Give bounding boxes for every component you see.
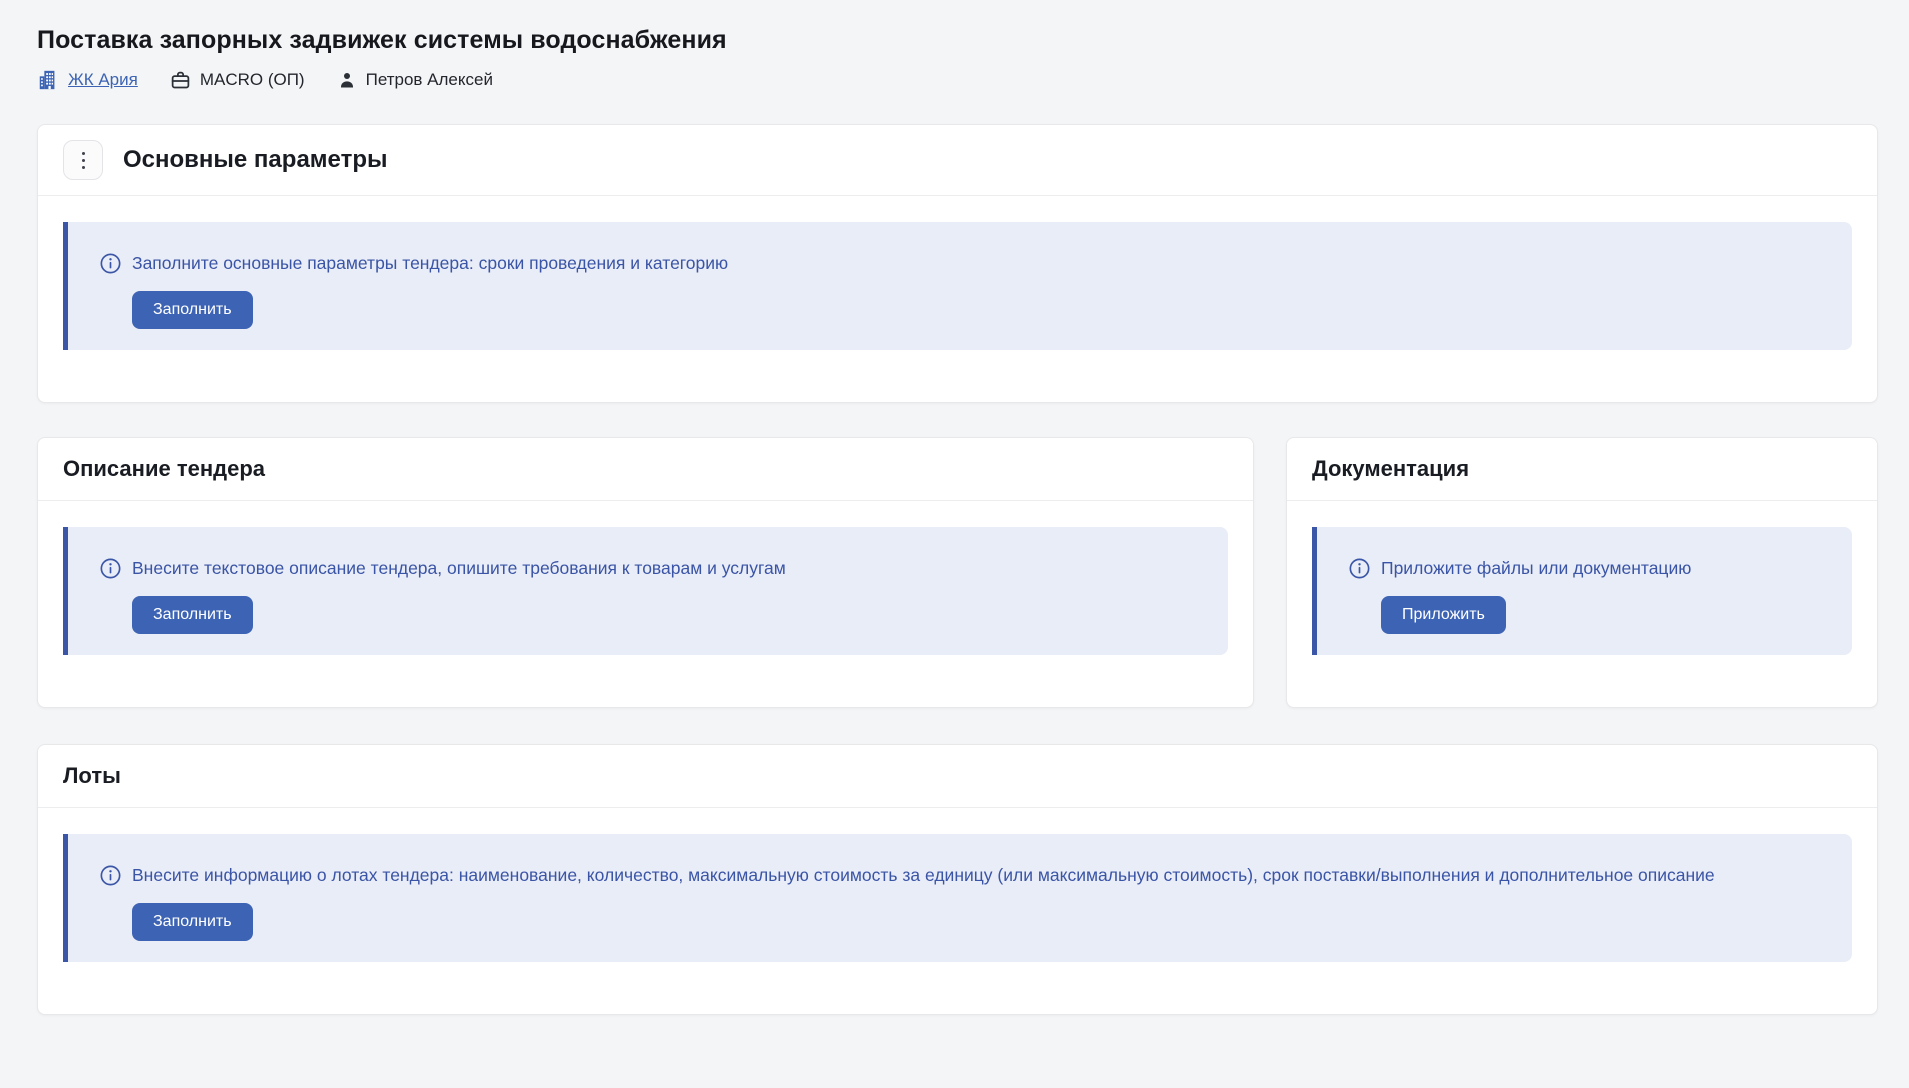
- card-description: Описание тендера Внесите текстовое описа…: [37, 437, 1254, 708]
- page-title: Поставка запорных задвижек системы водос…: [37, 26, 1878, 55]
- info-icon: [100, 865, 121, 886]
- card-basic-params-body: Заполните основные параметры тендера: ср…: [38, 196, 1877, 402]
- card-description-body: Внесите текстовое описание тендера, опиш…: [38, 501, 1253, 707]
- tender-page: Поставка запорных задвижек системы водос…: [0, 0, 1909, 1088]
- middle-row: Описание тендера Внесите текстовое описа…: [37, 437, 1878, 708]
- card-documentation-body: Приложите файлы или документацию Приложи…: [1287, 501, 1877, 707]
- card-documentation: Документация Приложите файлы или докумен…: [1286, 437, 1878, 708]
- card-lots-title: Лоты: [63, 763, 121, 789]
- briefcase-icon: [170, 70, 191, 91]
- project-link[interactable]: ЖК Ария: [68, 70, 138, 90]
- card-description-header: Описание тендера: [38, 438, 1253, 501]
- card-lots: Лоты Внесите информацию о лотах тендера:…: [37, 744, 1878, 1015]
- fill-basic-params-button[interactable]: Заполнить: [132, 291, 253, 329]
- lots-alert: Внесите информацию о лотах тендера: наим…: [63, 834, 1852, 962]
- meta-unit: MACRO (ОП): [170, 70, 305, 91]
- card-documentation-title: Документация: [1312, 456, 1469, 482]
- description-alert-text: Внесите текстовое описание тендера, опиш…: [132, 555, 786, 582]
- documentation-alert: Приложите файлы или документацию Приложи…: [1312, 527, 1852, 655]
- fill-description-button[interactable]: Заполнить: [132, 596, 253, 634]
- card-lots-header: Лоты: [38, 745, 1877, 808]
- attach-docs-button[interactable]: Приложить: [1381, 596, 1506, 634]
- card-description-title: Описание тендера: [63, 456, 265, 482]
- card-basic-params: Основные параметры Заполните основные па…: [37, 124, 1878, 403]
- building-icon: [37, 69, 59, 91]
- owner-label: Петров Алексей: [366, 70, 493, 90]
- info-icon: [100, 253, 121, 274]
- kebab-menu-icon[interactable]: [63, 140, 103, 180]
- card-lots-body: Внесите информацию о лотах тендера: наим…: [38, 808, 1877, 1014]
- unit-label: MACRO (ОП): [200, 70, 305, 90]
- basic-params-alert-text: Заполните основные параметры тендера: ср…: [132, 250, 728, 277]
- card-basic-params-title: Основные параметры: [123, 146, 387, 174]
- card-documentation-header: Документация: [1287, 438, 1877, 501]
- basic-params-alert: Заполните основные параметры тендера: ср…: [63, 222, 1852, 350]
- card-basic-params-header: Основные параметры: [38, 125, 1877, 196]
- person-icon: [337, 70, 357, 90]
- description-alert: Внесите текстовое описание тендера, опиш…: [63, 527, 1228, 655]
- fill-lots-button[interactable]: Заполнить: [132, 903, 253, 941]
- tender-meta-row: ЖК Ария MACRO (ОП) Петров Алексей: [37, 69, 1878, 91]
- meta-project: ЖК Ария: [37, 69, 138, 91]
- info-icon: [1349, 558, 1370, 579]
- lots-alert-text: Внесите информацию о лотах тендера: наим…: [132, 862, 1715, 889]
- info-icon: [100, 558, 121, 579]
- documentation-alert-text: Приложите файлы или документацию: [1381, 555, 1691, 582]
- meta-owner: Петров Алексей: [337, 70, 493, 90]
